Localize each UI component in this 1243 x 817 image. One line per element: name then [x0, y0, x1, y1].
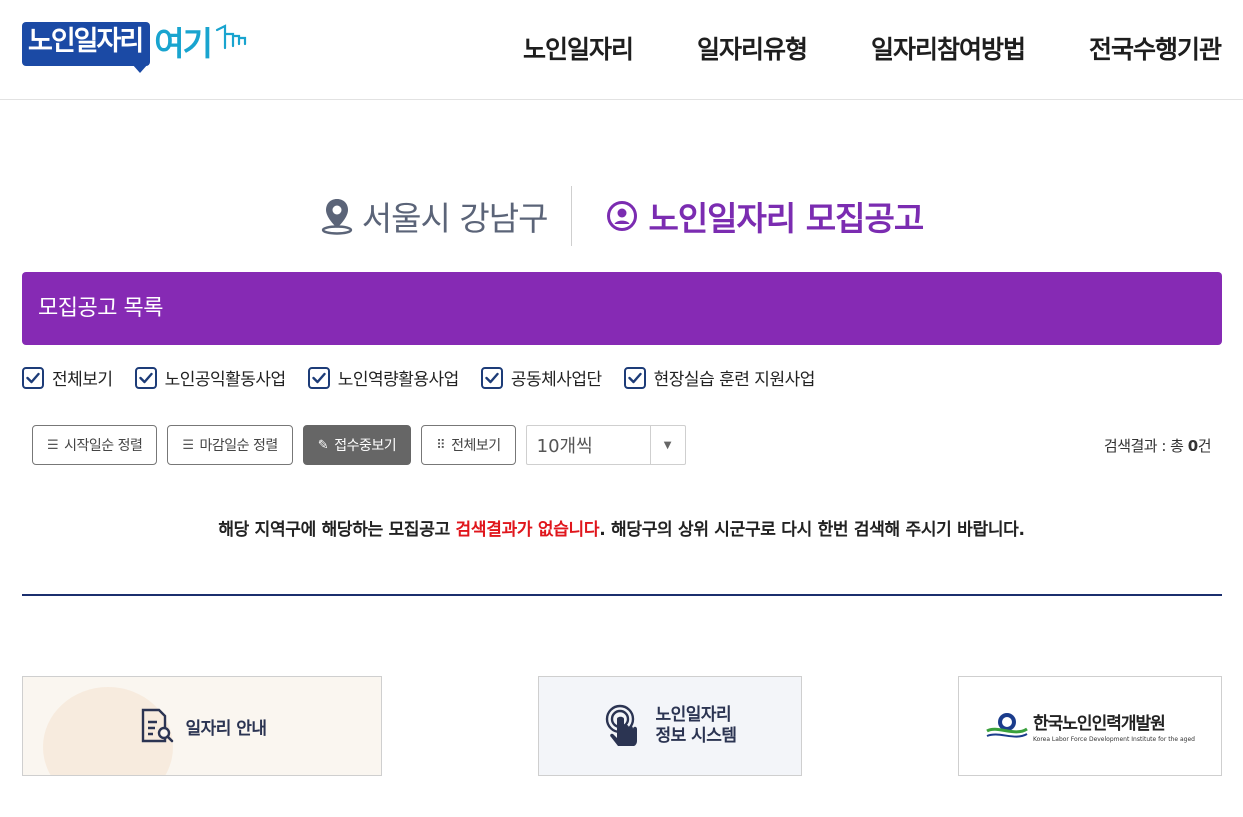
nav-item-agencies[interactable]: 전국수행기관 [1089, 28, 1222, 72]
agency-name-english: Korea Labor Force Development Institute … [1033, 736, 1195, 743]
agency-logo-icon [986, 713, 1028, 738]
job-guide-label: 일자리 안내 [185, 718, 267, 739]
message-highlight: 검색결과가 없습니다 [455, 520, 600, 540]
message-part-1: 해당 지역구에 해당하는 모집공고 [218, 520, 456, 540]
pointing-hand-icon [215, 24, 247, 50]
agency-name-korean: 한국노인인력개발원 [1033, 714, 1166, 734]
logo-main-text: 노인일자리 [22, 22, 151, 73]
page-title: 노인일자리 모집공고 [572, 192, 924, 240]
filter-label: 현장실습 훈련 지원사업 [653, 370, 816, 390]
button-label: 마감일순 정렬 [199, 438, 279, 454]
location-pin-icon [321, 199, 352, 235]
site-logo[interactable]: 노인일자리 여기 [22, 22, 249, 74]
filter-competency-checkbox[interactable]: 노인역량활용사업 [307, 365, 460, 390]
main-nav: 노인일자리 일자리유형 일자리참여방법 전국수행기관 [523, 28, 1222, 72]
result-number: 0 [1187, 437, 1198, 455]
empty-result-message: 해당 지역구에 해당하는 모집공고 검색결과가 없습니다. 해당구의 상위 시군… [0, 515, 1243, 540]
section-divider [22, 594, 1222, 596]
show-all-button[interactable]: ⠿ 전체보기 [421, 425, 516, 465]
checkmark-icon [22, 366, 44, 389]
checkmark-icon [307, 366, 330, 389]
filter-public-activity-checkbox[interactable]: 노인공익활동사업 [134, 365, 287, 390]
checkmark-icon [623, 366, 646, 389]
list-icon: ☰ [182, 437, 194, 453]
nav-item-how-to-join[interactable]: 일자리참여방법 [871, 28, 1026, 72]
nav-item-job-types[interactable]: 일자리유형 [697, 28, 808, 72]
info-system-label: 노인일자리 정보 시스템 [655, 705, 737, 747]
sort-start-date-button[interactable]: ☰ 시작일순 정렬 [32, 425, 158, 465]
filter-label: 전체보기 [52, 370, 113, 390]
agency-banner[interactable]: 한국노인인력개발원 Korea Labor Force Development … [958, 676, 1222, 776]
result-suffix: 건 [1197, 437, 1212, 455]
result-prefix: 검색결과 : 총 [1103, 437, 1188, 455]
job-guide-banner[interactable]: 일자리 안내 [22, 676, 382, 776]
result-count: 검색결과 : 총 0건 [1103, 435, 1212, 456]
grid-icon: ⠿ [436, 437, 446, 453]
page-size-value: 10개씩 [536, 436, 593, 457]
location-label: 서울시 강남구 [320, 192, 572, 240]
show-open-button[interactable]: ✎ 접수중보기 [302, 425, 412, 465]
filter-all-checkbox[interactable]: 전체보기 [22, 365, 113, 390]
page-title-text: 노인일자리 모집공고 [648, 199, 924, 238]
chevron-down-icon: ▼ [649, 426, 685, 464]
agency-name: 한국노인인력개발원 Korea Labor Force Development … [1033, 709, 1195, 743]
page-heading: 서울시 강남구 노인일자리 모집공고 [0, 186, 1243, 246]
category-filters: 전체보기 노인공익활동사업 노인역량활용사업 공동체사업단 현장실습 훈련 지원… [22, 365, 837, 390]
filter-label: 공동체사업단 [510, 370, 602, 390]
nav-item-senior-jobs[interactable]: 노인일자리 [523, 28, 634, 72]
filter-label: 노인역량활용사업 [337, 370, 460, 390]
filter-training-checkbox[interactable]: 현장실습 훈련 지원사업 [623, 365, 816, 390]
filter-label: 노인공익활동사업 [164, 370, 287, 390]
pencil-icon: ✎ [317, 437, 329, 453]
info-system-line-1: 노인일자리 [655, 705, 732, 725]
touch-hand-icon [606, 704, 638, 746]
button-label: 접수중보기 [334, 438, 397, 454]
filter-community-checkbox[interactable]: 공동체사업단 [480, 365, 602, 390]
info-system-banner[interactable]: 노인일자리 정보 시스템 [538, 676, 802, 776]
page-size-select[interactable]: 10개씩 ▼ [525, 425, 686, 465]
checkmark-icon [480, 366, 503, 389]
info-system-line-2: 정보 시스템 [655, 726, 737, 746]
message-part-3: . 해당구의 상위 시군구로 다시 한번 검색해 주시기 바랍니다. [599, 520, 1025, 540]
person-circle-icon [607, 201, 638, 231]
sort-end-date-button[interactable]: ☰ 마감일순 정렬 [167, 425, 293, 465]
logo-accent-text: 여기 [154, 24, 213, 63]
document-search-icon [142, 708, 174, 743]
location-text: 서울시 강남구 [361, 199, 549, 238]
button-label: 전체보기 [451, 438, 501, 454]
button-label: 시작일순 정렬 [64, 438, 143, 454]
list-icon: ☰ [47, 437, 59, 453]
checkmark-icon [134, 366, 157, 389]
site-header: 노인일자리 여기 노인일자리 일자리유형 일자리참여방법 전국수행기관 [0, 0, 1243, 100]
list-toolbar: ☰ 시작일순 정렬 ☰ 마감일순 정렬 ✎ 접수중보기 ⠿ 전체보기 10개씩 … [32, 425, 686, 465]
list-header-bar: 모집공고 목록 [22, 272, 1222, 345]
